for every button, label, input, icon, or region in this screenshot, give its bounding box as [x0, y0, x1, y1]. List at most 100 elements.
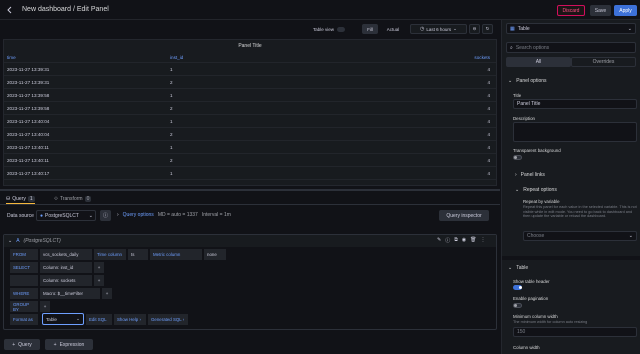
edit-sql-button[interactable]: Edit SQL — [86, 314, 112, 325]
pane-splitter[interactable] — [0, 189, 500, 191]
time-column-label: Time column — [94, 249, 126, 260]
tab-overrides[interactable]: Overrides — [571, 57, 636, 67]
cell-inst-id: 2 — [170, 106, 173, 111]
chevron-right-icon: › — [117, 212, 119, 218]
table-row: 2023-11-27 13:39:31 2 4 — [4, 76, 496, 89]
postgres-icon: ● — [40, 212, 44, 219]
apply-button[interactable]: Apply — [614, 5, 637, 16]
transparent-label: Transparent background — [513, 148, 561, 153]
search-options[interactable]: ⌕ Search options — [506, 42, 636, 53]
table-row: 2023-11-27 13:39:58 2 4 — [4, 102, 496, 115]
from-table[interactable]: vcs_sockets_daily — [40, 249, 92, 260]
cell-sockets: 4 — [487, 93, 490, 98]
query-options-label: Query options — [122, 212, 154, 218]
edit-icon[interactable]: ✎ — [437, 237, 441, 244]
show-header-toggle[interactable] — [513, 285, 522, 290]
tab-query[interactable]: ⛁ Query 1 — [6, 194, 35, 204]
fill-button[interactable]: Fill — [362, 24, 378, 34]
min-col-width-input[interactable]: 150 — [513, 327, 637, 337]
column-header[interactable]: time — [7, 55, 16, 60]
format-label: Format as — [10, 314, 38, 325]
chevron-down-icon: ⌄ — [88, 212, 93, 219]
query-editor: ⌄ A (PostgreSQLCT) ✎ ⓘ ⧉ ◉ 🗑 ⋮ FROM vcs_… — [3, 234, 497, 330]
discard-button[interactable]: Discard — [557, 5, 585, 16]
page-title: New dashboard / Edit Panel — [22, 6, 109, 13]
zoom-out-button[interactable]: ⊖ — [469, 24, 480, 34]
show-help-button[interactable]: Show Help › — [114, 314, 146, 325]
options-sidebar: ▦ Table ⌄ ⌕ Search options All Overrides… — [501, 20, 640, 354]
table-view-switch[interactable] — [337, 26, 346, 32]
table-icon: ▦ — [510, 25, 515, 32]
visualization-picker[interactable]: ▦ Table ⌄ — [506, 23, 636, 34]
datasource-picker[interactable]: ● PostgreSQLCT ⌄ — [36, 210, 96, 221]
repeat-options-section[interactable]: ⌄ Repeat options — [515, 187, 557, 193]
title-input[interactable]: Panel Title — [513, 99, 637, 109]
database-icon: ⛁ — [6, 195, 11, 202]
panel-links-section[interactable]: › Panel links — [515, 172, 545, 178]
chevron-right-icon: › — [515, 172, 517, 178]
add-query-button[interactable]: + Query — [4, 339, 40, 350]
add-groupby-button[interactable]: + — [40, 301, 50, 312]
min-col-width-value: 150 — [517, 329, 526, 335]
back-arrow-icon[interactable] — [6, 6, 14, 14]
cell-sockets: 4 — [487, 80, 490, 85]
select-column-1[interactable]: Column: inst_id — [40, 262, 92, 273]
where-label: WHERE — [10, 288, 38, 299]
datasource-help-button[interactable]: ⓘ — [100, 210, 111, 221]
refresh-button[interactable]: ↻ — [482, 24, 493, 34]
collapse-chevron-icon[interactable]: ⌄ — [8, 238, 12, 244]
select-keyword: SELECT — [13, 265, 31, 270]
chevron-down-icon: ⌄ — [508, 265, 513, 271]
where-keyword: WHERE — [13, 291, 30, 296]
chevron-down-icon: ⌄ — [76, 316, 80, 321]
add-expression-button[interactable]: + Expression — [45, 339, 93, 350]
table-row: 2023-11-27 13:40:04 1 4 — [4, 115, 496, 128]
cell-inst-id: 1 — [170, 171, 173, 176]
save-button[interactable]: Save — [590, 5, 611, 16]
eye-icon[interactable]: ◉ — [462, 237, 466, 244]
pagination-toggle[interactable] — [513, 303, 522, 308]
table-section[interactable]: ⌄ Table — [508, 265, 528, 271]
where-condition[interactable]: Macro: $__timeFilter — [40, 288, 100, 299]
title-input-value: Panel Title — [517, 101, 541, 107]
column-header[interactable]: sockets — [474, 55, 490, 60]
query-count-badge: 1 — [27, 195, 35, 202]
query-letter[interactable]: A — [16, 238, 19, 244]
transparent-toggle[interactable] — [513, 155, 522, 160]
tab-all[interactable]: All — [506, 57, 571, 67]
description-input[interactable] — [513, 122, 637, 142]
chevron-down-icon: ⌄ — [627, 25, 632, 32]
format-select[interactable]: Table ⌄ — [42, 313, 84, 325]
generated-sql-button[interactable]: Generated SQL › — [148, 314, 188, 325]
cell-time: 2023-11-27 13:39:58 — [7, 93, 50, 98]
select-column-2[interactable]: Column: sockets — [40, 275, 92, 286]
metric-column[interactable]: none — [204, 249, 226, 260]
chevron-down-icon: ⌄ — [453, 26, 457, 31]
add-where-button[interactable]: + — [102, 288, 112, 299]
toggle-knob — [514, 304, 517, 307]
repeat-variable-select[interactable]: Choose ⌄ — [523, 231, 637, 241]
add-select-button[interactable]: + — [94, 262, 104, 273]
zoom-out-icon: ⊖ — [472, 26, 477, 31]
panel-options-section[interactable]: ⌄ Panel options — [508, 78, 547, 84]
time-column[interactable]: ts — [128, 249, 148, 260]
datasource-label: Data source — [7, 213, 34, 219]
copy-icon[interactable]: ⧉ — [454, 237, 458, 244]
cell-time: 2023-11-27 13:39:31 — [7, 80, 50, 85]
add-select-button[interactable]: + — [94, 275, 104, 286]
query-inspector-button[interactable]: Query inspector — [439, 210, 489, 221]
title-label: Title — [513, 93, 522, 98]
drag-handle-icon[interactable]: ⋮ — [481, 237, 486, 244]
time-range-picker[interactable]: ◷ Last 6 hours ⌄ — [410, 24, 467, 34]
tab-transform-label: Transform — [59, 196, 83, 202]
query-options-toggle[interactable]: › Query options MD = auto = 1337 Interva… — [117, 212, 231, 218]
column-header[interactable]: inst_id — [170, 55, 183, 60]
section-divider — [502, 256, 640, 260]
actual-button[interactable]: Actual — [381, 24, 405, 34]
delete-icon[interactable]: 🗑 — [470, 237, 476, 244]
table-view-toggle[interactable]: Table view — [313, 24, 358, 34]
tab-transform[interactable]: ⟐ Transform 0 — [54, 194, 92, 204]
help-icon[interactable]: ⓘ — [445, 237, 450, 244]
repeat-by-label: Repeat by variable — [523, 199, 560, 204]
refresh-icon: ↻ — [485, 26, 490, 31]
